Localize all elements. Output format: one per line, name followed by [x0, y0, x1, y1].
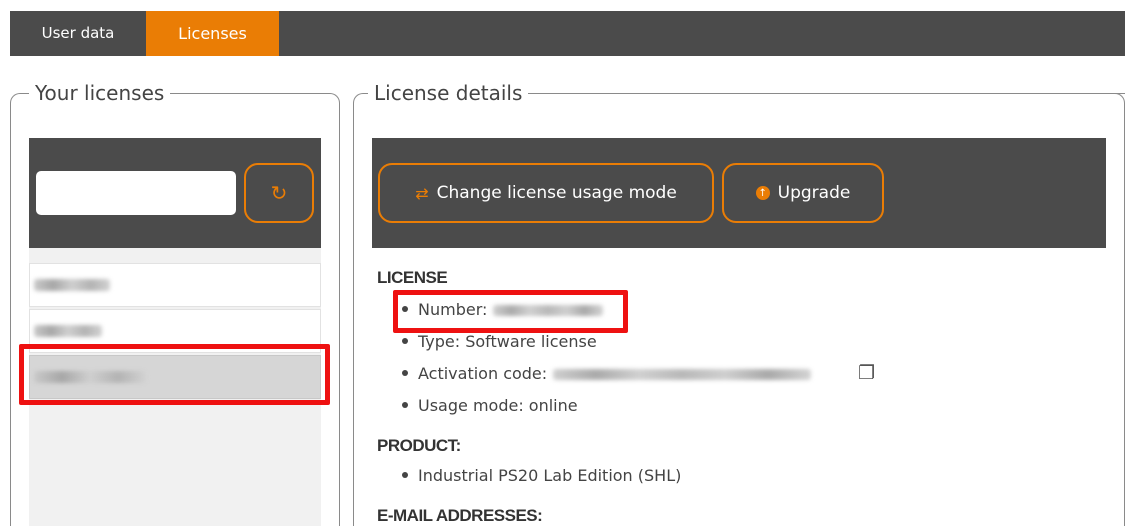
license-type-line: Type: Software license [402, 332, 597, 351]
license-details-legend: License details [368, 80, 529, 106]
license-list-item[interactable] [29, 263, 321, 307]
swap-arrows-icon: ⇄ [415, 183, 429, 203]
product-line: Industrial PS20 Lab Edition (SHL) [402, 466, 681, 485]
upgrade-label: Upgrade [777, 183, 851, 203]
license-actions-toolbar: ⇄ Change license usage mode ↑ Upgrade [372, 138, 1106, 248]
activation-code-label: Activation code: [418, 364, 548, 383]
refresh-icon: ↻ [270, 181, 288, 205]
change-license-usage-mode-button[interactable]: ⇄ Change license usage mode [378, 163, 714, 223]
refresh-button[interactable]: ↻ [244, 163, 314, 223]
your-licenses-legend: Your licenses [29, 80, 171, 106]
redacted-license-name [34, 279, 110, 291]
panel-edge [1111, 93, 1125, 526]
tab-user-data[interactable]: User data [10, 11, 146, 56]
redacted-activation-code [553, 369, 812, 380]
licenses-toolbar: ↻ [29, 138, 321, 248]
usage-mode-line: Usage mode: online [402, 396, 578, 415]
license-number-highlight [393, 290, 628, 333]
license-section-title: LICENSE [377, 268, 448, 287]
copy-icon[interactable]: ❐ [858, 362, 875, 384]
change-mode-label: Change license usage mode [436, 183, 677, 203]
selected-license-highlight [19, 344, 330, 405]
product-section-title: PRODUCT: [377, 436, 461, 455]
tab-bar: User data Licenses [10, 11, 1125, 56]
usage-mode-text: Usage mode: online [418, 396, 578, 415]
your-licenses-panel: Your licenses ↻ [10, 80, 340, 526]
upgrade-button[interactable]: ↑ Upgrade [722, 163, 884, 223]
email-section-title: E-MAIL ADDRESSES: [377, 506, 543, 525]
redacted-license-name [34, 325, 102, 337]
upgrade-arrow-icon: ↑ [755, 186, 770, 200]
license-type-text: Type: Software license [418, 332, 597, 351]
activation-code-line: Activation code: [402, 364, 812, 383]
license-filter-input[interactable] [36, 171, 236, 215]
tab-licenses[interactable]: Licenses [146, 11, 279, 56]
product-name: Industrial PS20 Lab Edition (SHL) [418, 466, 682, 485]
licenses-list-container: ↻ [29, 138, 321, 526]
